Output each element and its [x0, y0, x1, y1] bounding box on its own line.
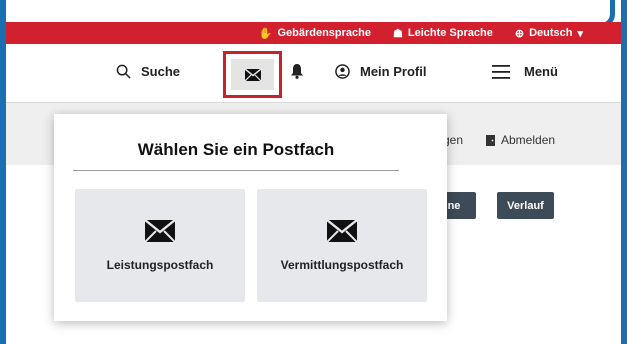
person-reading-icon: ☗ [392, 27, 403, 40]
sign-language-label: Gebärdensprache [277, 27, 371, 39]
logout-label: Abmelden [501, 133, 556, 147]
globe-icon: ⊕ [514, 27, 525, 40]
door-icon [486, 134, 495, 146]
menu-label: Menü [524, 64, 558, 79]
logout-link[interactable]: Abmelden [486, 133, 555, 147]
mailbox-option-label: Vermittlungspostfach [280, 257, 404, 272]
easy-language-link[interactable]: ☗ Leichte Sprache [393, 27, 493, 40]
search-button[interactable]: Suche [116, 64, 180, 79]
mailbox-dropdown: Wählen Sie ein Postfach Leistungspostfac… [54, 114, 447, 321]
utility-bar: ✋ Gebärdensprache ☗ Leichte Sprache ⊕ De… [6, 22, 621, 44]
profile-button[interactable]: Mein Profil [335, 64, 426, 79]
language-label: Deutsch [529, 27, 573, 39]
hand-icon: ✋ [258, 27, 273, 40]
search-label: Suche [141, 64, 181, 79]
menu-button[interactable]: Menü [492, 64, 558, 79]
notifications-button[interactable] [291, 64, 303, 79]
dropdown-title: Wählen Sie ein Postfach [73, 140, 399, 171]
main-header: Suche Mein Profil Menü [6, 44, 621, 103]
easy-language-label: Leichte Sprache [407, 27, 493, 39]
mailbox-option-leistung[interactable]: Leistungspostfach [75, 189, 245, 302]
mailbox-option-label: Leistungspostfach [106, 257, 214, 272]
mailbox-option-vermittlung[interactable]: Vermittlungspostfach [257, 189, 427, 302]
history-button[interactable]: Verlauf [497, 192, 554, 219]
hamburger-icon [492, 64, 510, 79]
highlight-frame-right [621, 0, 627, 344]
envelope-icon [327, 219, 357, 242]
profile-label: Mein Profil [360, 64, 427, 79]
mailbox-button-face [231, 59, 274, 90]
language-selector[interactable]: ⊕ Deutsch ▾ [515, 27, 583, 40]
sign-language-link[interactable]: ✋ Gebärdensprache [259, 27, 371, 40]
bell-icon [291, 64, 303, 79]
user-circle-icon [335, 64, 350, 79]
mailbox-button[interactable] [223, 51, 282, 98]
caret-down-icon: ▾ [577, 27, 583, 40]
envelope-icon [145, 219, 175, 242]
envelope-icon [244, 68, 261, 81]
search-icon [116, 64, 131, 79]
